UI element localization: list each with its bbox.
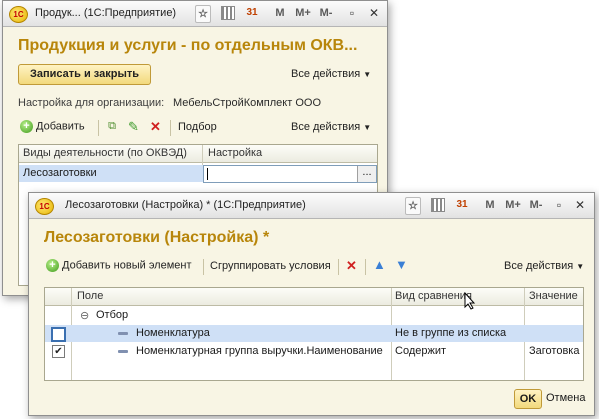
filter-table-header: Поле Вид сравнения Значение	[45, 288, 583, 306]
field-icon	[118, 350, 128, 353]
memory-m-button[interactable]: M	[483, 197, 497, 213]
ok-button[interactable]: OK	[514, 389, 542, 409]
choice-button[interactable]: ...	[357, 166, 376, 182]
table-all-actions-menu[interactable]: Все действия ▼	[291, 121, 371, 133]
selection-button[interactable]: Подбор	[178, 121, 217, 133]
all-actions-menu[interactable]: Все действия ▼	[291, 68, 371, 80]
row-checkbox[interactable]	[51, 327, 66, 342]
group-label: Отбор	[96, 309, 129, 321]
memory-mplus-button[interactable]: M+	[293, 5, 313, 21]
setting-input[interactable]: ...	[203, 165, 377, 183]
collapse-icon[interactable]: ⊖	[80, 309, 89, 322]
dialog-window-title: Лесозаготовки (Настройка) * (1С:Предприя…	[65, 199, 306, 211]
field-icon	[118, 332, 128, 335]
org-label: Настройка для организации:	[18, 97, 165, 109]
toolbar-separator	[98, 120, 99, 136]
column-header-setting[interactable]: Настройка	[208, 147, 262, 159]
caret-down-icon: ▼	[363, 123, 372, 132]
app-logo-icon: 1С	[9, 6, 28, 23]
dialog-titlebar: 1С Лесозаготовки (Настройка) * (1С:Предп…	[29, 193, 594, 219]
cancel-button[interactable]: Отмена	[546, 392, 585, 404]
calendar-icon[interactable]: 31	[455, 197, 469, 213]
table-row[interactable]: Лесозаготовки ...	[19, 165, 377, 183]
row-checkbox-checked[interactable]: ✔	[52, 345, 65, 358]
value-cell: Заготовка	[529, 345, 580, 357]
column-header-field[interactable]: Поле	[77, 290, 103, 302]
field-cell: Номенклатурная группа выручки.Наименован…	[136, 345, 383, 357]
table-row[interactable]: Номенклатура Не в группе из списка	[45, 325, 583, 342]
add-label: Добавить	[36, 120, 85, 133]
calculator-icon[interactable]	[431, 197, 445, 213]
save-and-close-button[interactable]: Записать и закрыть	[18, 64, 151, 85]
caret-down-icon: ▼	[576, 262, 585, 271]
toolbar-separator	[365, 259, 366, 275]
favorites-icon[interactable]: ☆	[195, 5, 211, 23]
add-icon: +	[46, 259, 59, 272]
favorites-icon[interactable]: ☆	[405, 197, 421, 215]
calculator-icon[interactable]	[221, 5, 235, 21]
all-actions-label: Все действия	[291, 68, 361, 80]
memory-m-button[interactable]: M	[273, 5, 287, 21]
table-row[interactable]: ✔ Номенклатурная группа выручки.Наименов…	[45, 343, 583, 360]
memory-mminus-button[interactable]: M-	[526, 197, 546, 213]
comparison-cell: Не в группе из списка	[395, 327, 507, 339]
memory-mplus-button[interactable]: M+	[503, 197, 523, 213]
delete-icon[interactable]: ✕	[150, 119, 161, 135]
move-down-icon[interactable]: ▼	[395, 257, 408, 272]
dialog-window: 1С Лесозаготовки (Настройка) * (1С:Предп…	[28, 192, 595, 416]
column-header-activity[interactable]: Виды деятельности (по ОКВЭД)	[23, 147, 187, 159]
memory-mminus-button[interactable]: M-	[316, 5, 336, 21]
main-form-title: Продукция и услуги - по отдельным ОКВ...	[18, 37, 358, 54]
main-window-title: Продук... (1С:Предприятие)	[35, 7, 177, 19]
main-titlebar: 1С Продук... (1С:Предприятие) ☆ 31 M M+ …	[3, 1, 387, 27]
toolbar-separator	[203, 259, 204, 275]
close-icon[interactable]: ✕	[365, 4, 383, 22]
filter-table: Поле Вид сравнения Значение ⊖ Отбор Номе…	[44, 287, 584, 381]
add-element-button[interactable]: + Добавить новый элемент	[46, 259, 192, 272]
add-icon: +	[20, 120, 33, 133]
add-button[interactable]: + Добавить	[20, 120, 85, 133]
delete-icon[interactable]: ✕	[346, 258, 357, 274]
toolbar-separator	[338, 259, 339, 275]
text-cursor	[207, 168, 208, 180]
column-header-value[interactable]: Значение	[529, 290, 578, 302]
copy-button[interactable]: ⧉	[104, 120, 120, 133]
minimize-icon[interactable]: ▫	[343, 4, 361, 22]
table-all-actions-label: Все действия	[291, 121, 361, 133]
caret-down-icon: ▼	[363, 70, 372, 79]
dialog-form-title: Лесозаготовки (Настройка) *	[44, 229, 270, 246]
comparison-cell: Содержит	[395, 345, 447, 357]
group-row[interactable]: ⊖ Отбор	[45, 307, 583, 324]
app-logo-icon: 1С	[35, 198, 54, 215]
move-up-icon[interactable]: ▲	[373, 257, 386, 272]
edit-icon[interactable]: ✎	[128, 119, 139, 135]
calendar-icon[interactable]: 31	[245, 5, 259, 21]
table-header: Виды деятельности (по ОКВЭД) Настройка	[19, 145, 377, 163]
dialog-all-actions-menu[interactable]: Все действия ▼	[504, 260, 584, 272]
activity-cell: Лесозаготовки	[23, 167, 97, 179]
add-element-label: Добавить новый элемент	[62, 259, 192, 272]
field-cell: Номенклатура	[136, 327, 210, 339]
toolbar-separator	[170, 120, 171, 136]
close-icon[interactable]: ✕	[571, 196, 589, 214]
column-header-comparison[interactable]: Вид сравнения	[395, 290, 472, 302]
dialog-all-actions-label: Все действия	[504, 260, 574, 272]
org-value-link[interactable]: МебельСтройКомплект ООО	[173, 97, 321, 109]
minimize-icon[interactable]: ▫	[550, 196, 568, 214]
group-conditions-button[interactable]: Сгруппировать условия	[210, 260, 331, 272]
